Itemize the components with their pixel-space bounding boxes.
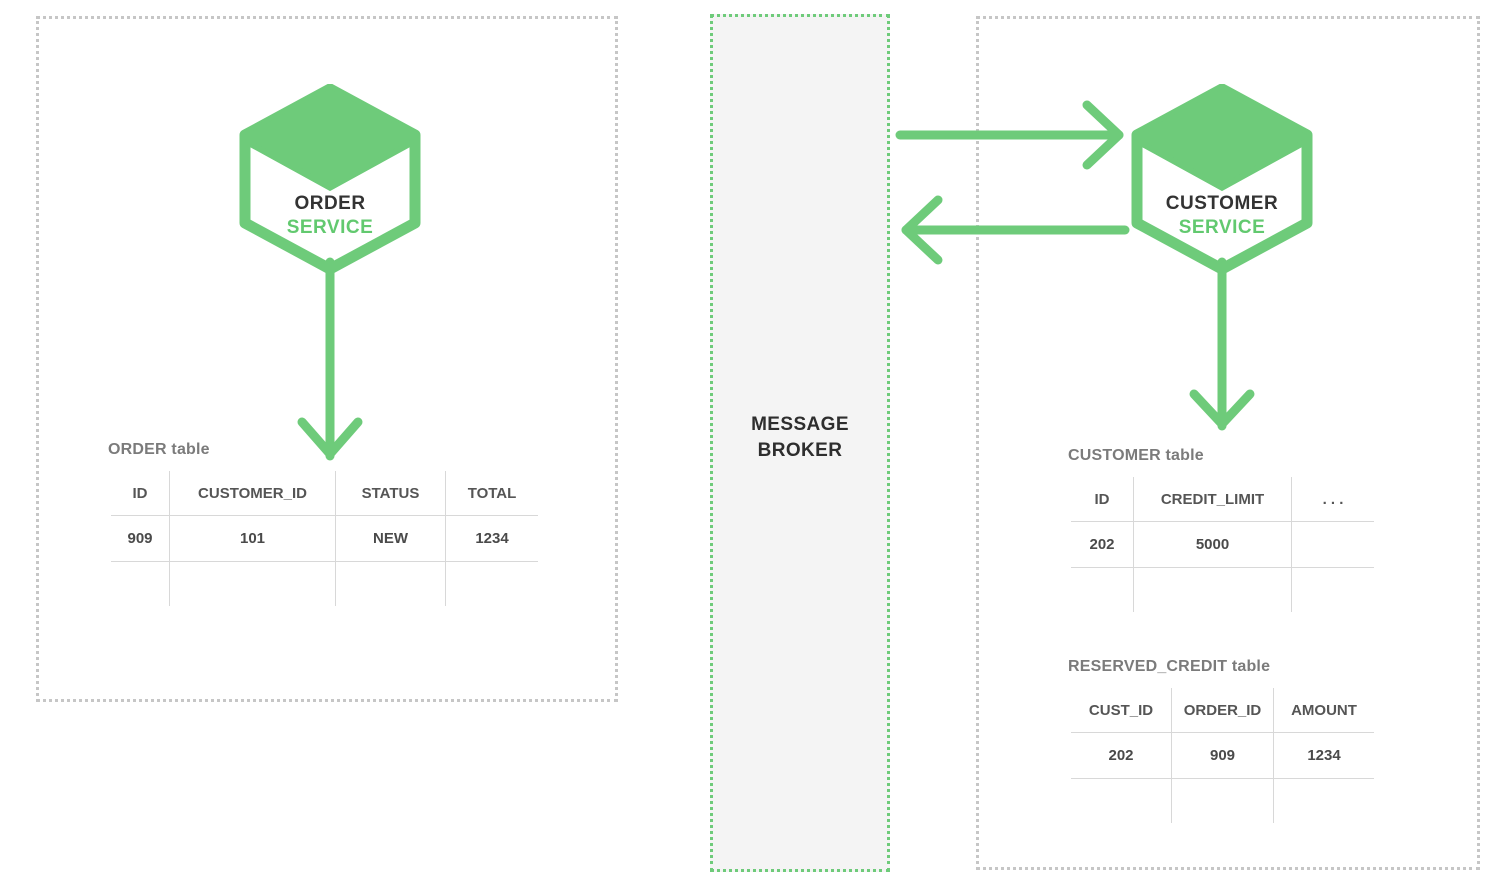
message-broker-line1: MESSAGE [751,414,849,435]
order-service-to-order-table-arrow [292,257,372,462]
table-cell [1171,778,1274,823]
table-cell [1133,567,1292,612]
table-cell: NEW [335,515,446,562]
order-table: ID CUSTOMER_ID STATUS TOTAL 909 101 NEW … [108,468,541,609]
table-cell: 202 [1071,732,1172,779]
table-cell: 1234 [1273,732,1374,779]
customer-table-title: CUSTOMER table [1068,447,1204,464]
message-broker-label: MESSAGE BROKER [713,412,887,463]
table-cell [1273,778,1374,823]
table-header-cell: ORDER_ID [1171,688,1274,733]
table-row: 202 909 1234 [1071,732,1374,779]
table-header-cell: STATUS [335,471,446,516]
table-header-cell: ID [1071,477,1134,522]
customer-table-block: CUSTOMER table ID CREDIT_LIMIT . . . 202… [1068,447,1377,615]
table-row: 909 101 NEW 1234 [111,515,538,562]
table-cell: 1234 [445,515,538,562]
order-table-block: ORDER table ID CUSTOMER_ID STATUS TOTAL … [108,441,541,609]
table-cell: 909 [1171,732,1274,779]
reserved-credit-table: CUST_ID ORDER_ID AMOUNT 202 909 1234 [1068,685,1377,826]
arrow-left-icon [901,195,1130,265]
customer-service-to-customer-table-arrow [1184,257,1264,432]
table-header-cell: AMOUNT [1273,688,1374,733]
table-header-cell: CREDIT_LIMIT [1133,477,1292,522]
table-header-cell: . . . [1291,477,1374,522]
message-broker-line2: BROKER [757,439,843,461]
table-cell: 202 [1071,521,1134,568]
table-row [1071,778,1374,823]
table-header-row: ID CREDIT_LIMIT . . . [1071,477,1374,522]
table-cell [1291,521,1374,568]
table-row [111,561,538,606]
table-header-row: ID CUSTOMER_ID STATUS TOTAL [111,471,538,516]
table-header-cell: CUSTOMER_ID [169,471,336,516]
table-cell: 101 [169,515,336,562]
diagram-canvas: MESSAGE BROKER ORDER SERVICE CUSTOMER SE… [0,0,1500,883]
table-row [1071,567,1374,612]
table-cell [335,561,446,606]
order-table-title: ORDER table [108,441,210,458]
table-cell [1291,567,1374,612]
broker-to-customer-service-arrow [895,100,1130,170]
table-cell [111,561,170,606]
table-header-cell: TOTAL [445,471,538,516]
table-cell [169,561,336,606]
table-cell [445,561,538,606]
message-broker[interactable]: MESSAGE BROKER [710,14,890,872]
table-cell: 5000 [1133,521,1292,568]
table-header-cell: CUST_ID [1071,688,1172,733]
arrow-right-icon [895,100,1124,170]
customer-table: ID CREDIT_LIMIT . . . 202 5000 [1068,474,1377,615]
order-service-node[interactable]: ORDER SERVICE [238,84,422,274]
hexagon-service-icon [1131,84,1313,274]
table-row: 202 5000 [1071,521,1374,568]
arrow-down-icon [297,257,363,461]
table-header-cell: ID [111,471,170,516]
table-header-row: CUST_ID ORDER_ID AMOUNT [1071,688,1374,733]
customer-service-node[interactable]: CUSTOMER SERVICE [1130,84,1314,274]
customer-service-to-broker-arrow [895,195,1130,265]
arrow-down-icon [1189,257,1255,431]
reserved-credit-table-block: RESERVED_CREDIT table CUST_ID ORDER_ID A… [1068,658,1377,826]
table-cell [1071,778,1172,823]
hexagon-service-icon [239,84,421,274]
table-cell [1071,567,1134,612]
reserved-credit-table-title: RESERVED_CREDIT table [1068,658,1271,675]
table-cell: 909 [111,515,170,562]
